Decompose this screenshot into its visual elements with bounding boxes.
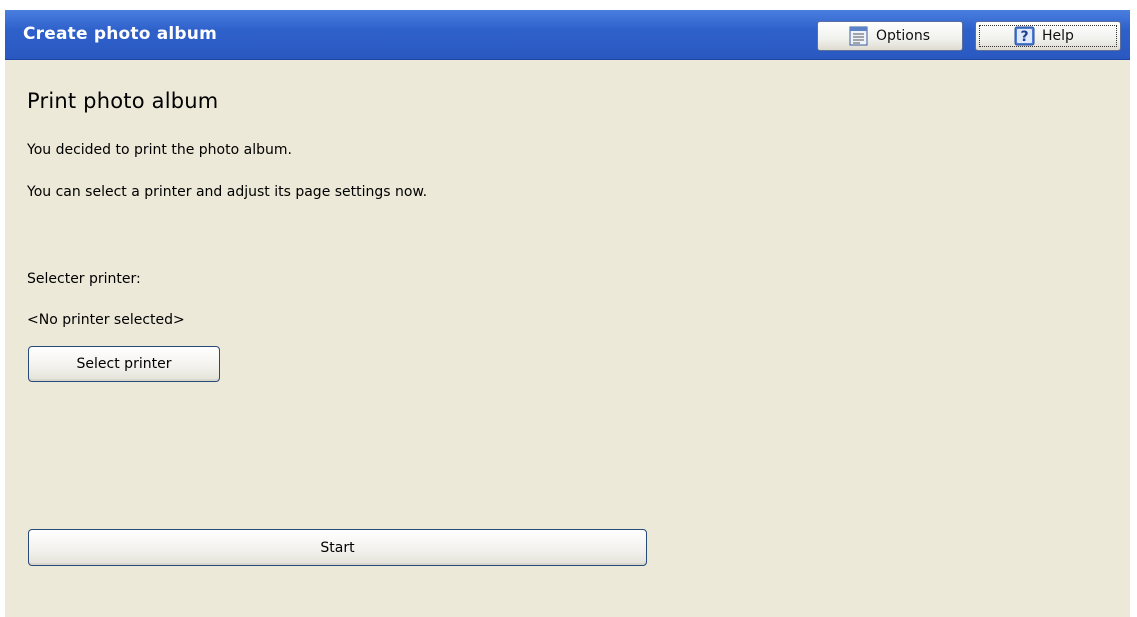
options-label: Options	[876, 28, 931, 44]
select-printer-button[interactable]: Select printer	[28, 346, 220, 382]
printer-value: <No printer selected>	[27, 312, 185, 328]
help-button[interactable]: ? Help	[975, 21, 1121, 51]
question-mark-icon: ?	[1014, 26, 1036, 46]
start-button[interactable]: Start	[28, 529, 647, 566]
window: Create photo album Options ? Help Print …	[5, 10, 1130, 617]
svg-text:?: ?	[1020, 29, 1028, 45]
help-label: Help	[1042, 28, 1074, 44]
description-line-2: You can select a printer and adjust its …	[27, 184, 428, 200]
description-line-1: You decided to print the photo album.	[27, 142, 292, 158]
window-title: Create photo album	[23, 24, 217, 44]
title-bar: Create photo album Options ? Help	[5, 10, 1130, 60]
options-button[interactable]: Options	[817, 21, 963, 51]
list-icon	[848, 26, 870, 46]
printer-label: Selecter printer:	[27, 271, 141, 287]
page-title: Print photo album	[27, 89, 219, 113]
